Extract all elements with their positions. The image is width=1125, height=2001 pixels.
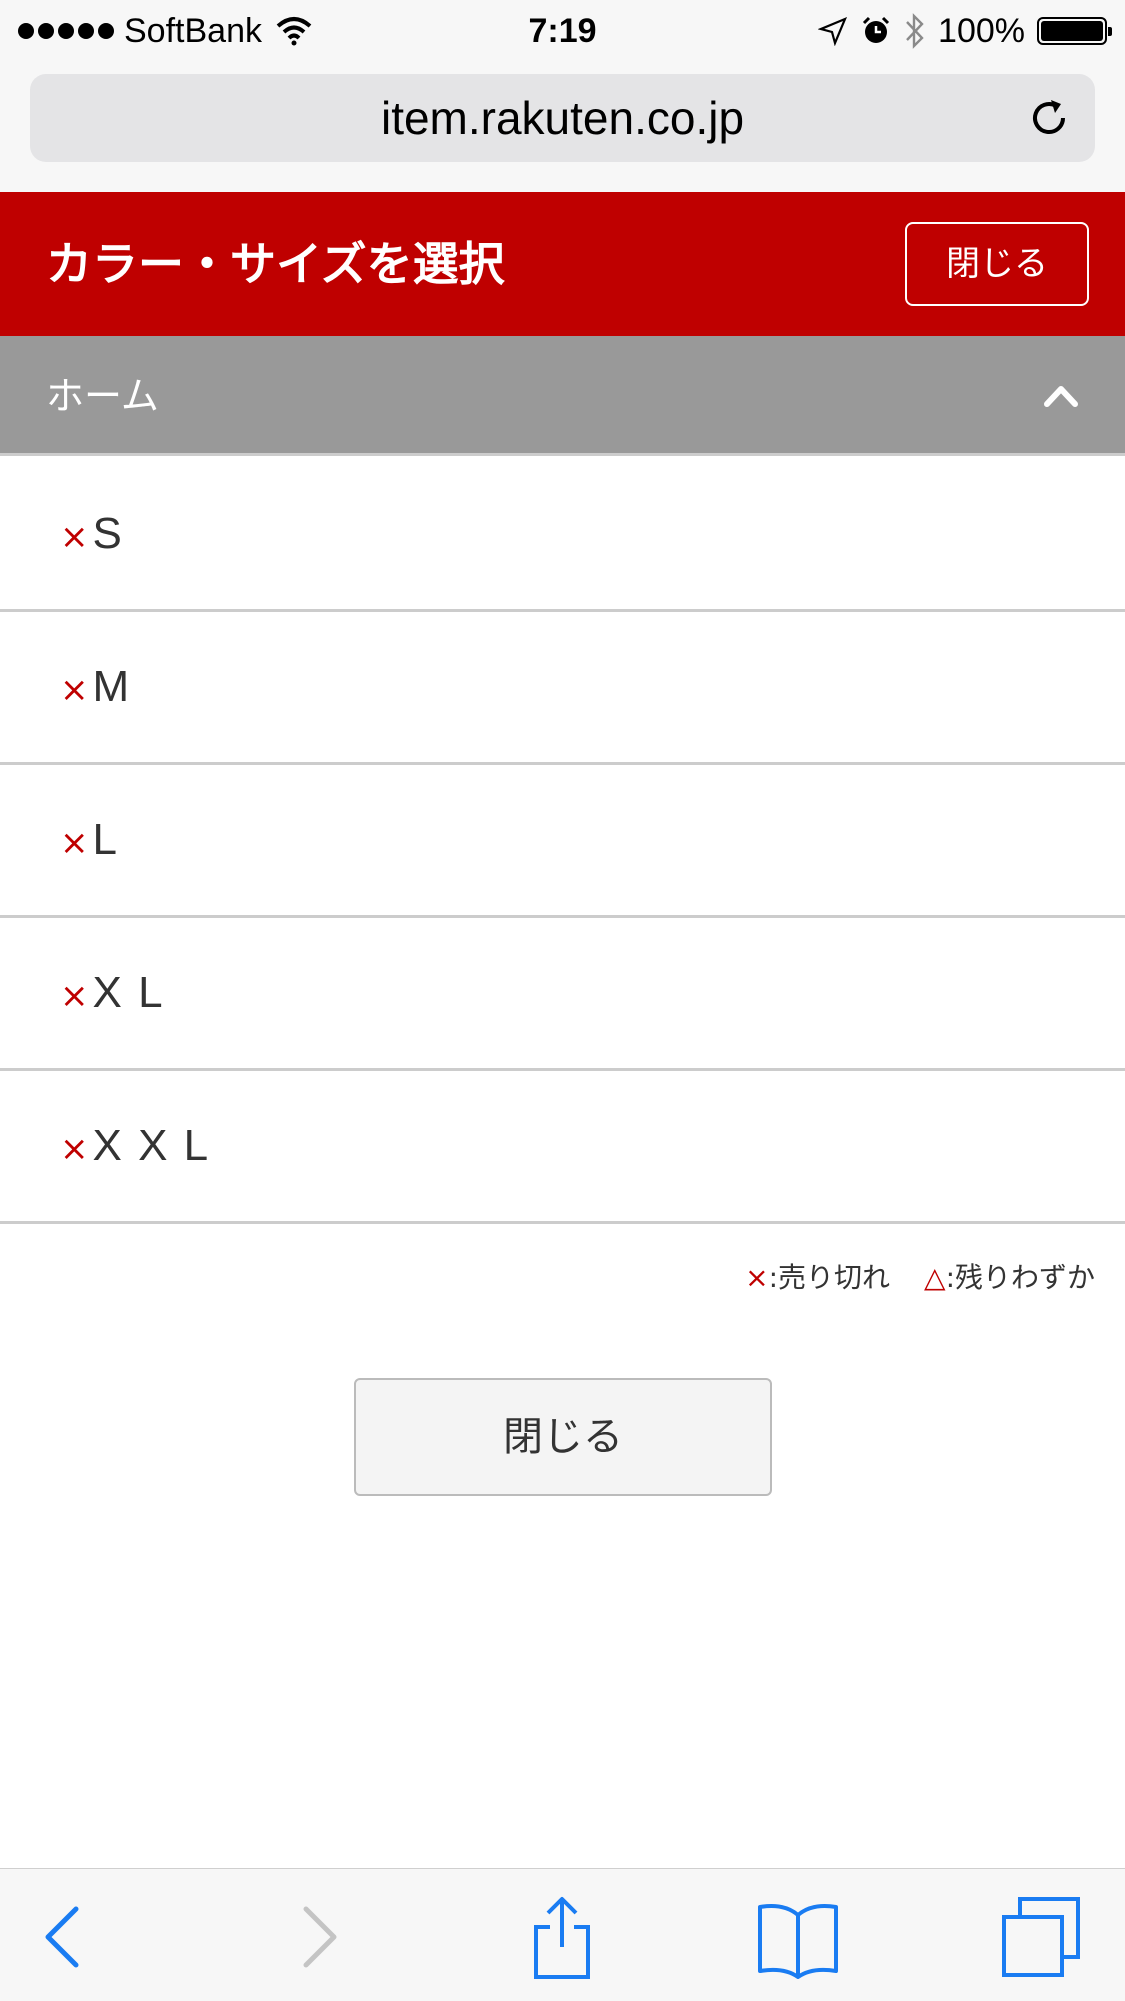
address-bar[interactable]: item.rakuten.co.jp (30, 74, 1095, 162)
stock-legend: ×:売り切れ △:残りわずか (745, 1256, 1095, 1296)
sold-out-mark: × (60, 670, 89, 710)
wifi-icon (276, 17, 312, 46)
share-icon[interactable] (520, 1895, 604, 1979)
reload-icon[interactable] (1025, 94, 1073, 142)
legend-few-left: △:残りわずか (924, 1256, 1095, 1296)
battery-percent: 100% (938, 11, 1025, 50)
bookmarks-icon[interactable] (756, 1895, 840, 1979)
size-label: M (92, 662, 132, 711)
alarm-icon (862, 16, 890, 43)
sold-out-mark: × (60, 823, 89, 863)
sold-out-mark: × (60, 1129, 89, 1169)
forward-icon[interactable] (274, 1895, 358, 1979)
browser-toolbar (0, 1868, 1125, 2001)
size-option-s[interactable]: × S (0, 459, 1125, 612)
size-label: X X L (92, 1121, 211, 1170)
signal-dots-icon (18, 23, 114, 39)
status-bar: SoftBank 7:19 100% (0, 0, 1125, 62)
size-label: S (92, 509, 124, 558)
carrier-name: SoftBank (124, 11, 262, 50)
bluetooth-icon (906, 13, 924, 49)
url-text[interactable]: item.rakuten.co.jp (30, 74, 1095, 162)
location-icon (818, 16, 848, 46)
section-title: ホーム (46, 374, 159, 418)
legend-sold-out: ×:売り切れ (745, 1256, 890, 1296)
tabs-icon[interactable] (1000, 1895, 1084, 1979)
back-icon[interactable] (24, 1895, 108, 1979)
legend-sold-out-label: :売り切れ (768, 1261, 891, 1294)
browser-address-area: item.rakuten.co.jp (0, 62, 1125, 192)
legend-few-left-label: :残りわずか (945, 1261, 1095, 1294)
size-label: L (92, 815, 119, 864)
legend-few-left-mark: △ (924, 1261, 946, 1294)
size-list: × S × M × L × X L × X X L (0, 459, 1125, 1224)
header-close-button[interactable]: 閉じる (905, 222, 1089, 306)
chevron-up-icon[interactable] (1041, 376, 1081, 416)
size-option-l[interactable]: × L (0, 765, 1125, 918)
sold-out-mark: × (60, 976, 89, 1016)
close-button[interactable]: 閉じる (354, 1378, 772, 1496)
size-option-m[interactable]: × M (0, 612, 1125, 765)
legend-sold-out-mark: × (745, 1261, 769, 1294)
selection-header: カラー・サイズを選択 閉じる (0, 192, 1125, 336)
section-header-home[interactable]: ホーム (0, 336, 1125, 456)
size-label: X L (92, 968, 165, 1017)
sold-out-mark: × (60, 517, 89, 557)
size-option-xl[interactable]: × X L (0, 918, 1125, 1071)
page-title: カラー・サイズを選択 (46, 237, 505, 291)
battery-icon (1037, 17, 1112, 45)
size-option-xxl[interactable]: × X X L (0, 1071, 1125, 1224)
